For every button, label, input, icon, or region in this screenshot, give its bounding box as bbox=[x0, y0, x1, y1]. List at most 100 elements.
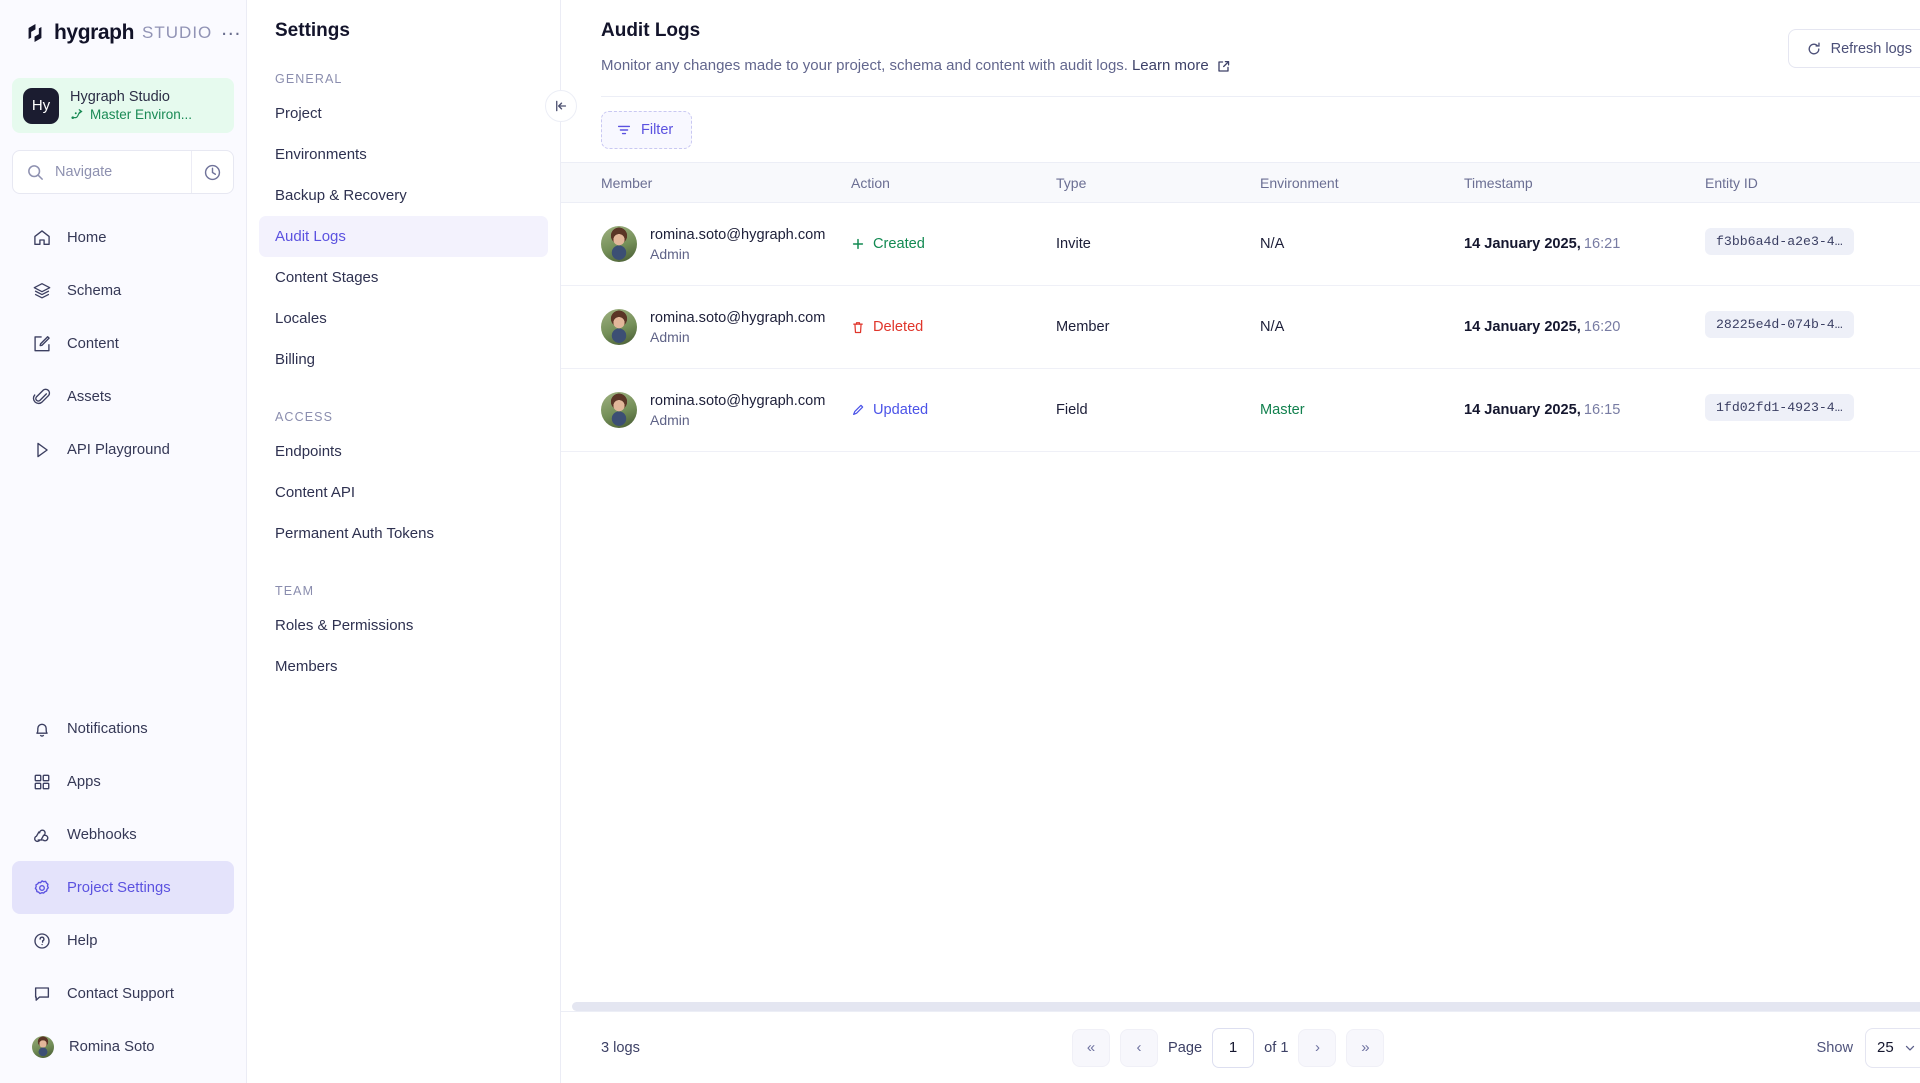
refresh-logs-button[interactable]: Refresh logs bbox=[1788, 29, 1920, 68]
first-page-button[interactable]: « bbox=[1072, 1029, 1110, 1067]
refresh-logs-label: Refresh logs bbox=[1831, 41, 1912, 57]
recent-history-icon[interactable] bbox=[191, 151, 233, 193]
paperclip-icon bbox=[32, 387, 52, 407]
sidebar-item-notifications[interactable]: Notifications bbox=[12, 702, 234, 755]
search-icon bbox=[13, 163, 55, 182]
edit-square-icon bbox=[32, 334, 52, 354]
column-header-environment: Environment bbox=[1260, 175, 1464, 191]
settings-item-billing[interactable]: Billing bbox=[259, 339, 548, 380]
settings-item-roles-permissions[interactable]: Roles & Permissions bbox=[259, 605, 548, 646]
settings-item-project[interactable]: Project bbox=[259, 93, 548, 134]
cell-timestamp: 14 January 2025,16:15 bbox=[1464, 402, 1705, 418]
sidebar-item-schema[interactable]: Schema bbox=[12, 264, 234, 317]
page-title: Audit Logs bbox=[601, 20, 1920, 42]
app-root: hygraph STUDIO … Hy Hygraph Studio bbox=[0, 0, 1920, 1083]
sidebar-item-apps[interactable]: Apps bbox=[12, 755, 234, 808]
audit-logs-table: Member Action Type Environment Timestamp… bbox=[561, 162, 1920, 1002]
cell-environment: N/A bbox=[1260, 236, 1464, 252]
settings-item-backup-recovery[interactable]: Backup & Recovery bbox=[259, 175, 548, 216]
sidebar-item-help[interactable]: Help bbox=[12, 914, 234, 967]
settings-item-content-stages[interactable]: Content Stages bbox=[259, 257, 548, 298]
sidebar-item-label: Help bbox=[67, 933, 97, 949]
gear-icon bbox=[32, 878, 52, 898]
sidebar-item-content[interactable]: Content bbox=[12, 317, 234, 370]
settings-group-label: ACCESS bbox=[247, 380, 560, 424]
previous-page-button[interactable]: ‹ bbox=[1120, 1029, 1158, 1067]
action-badge-deleted: Deleted bbox=[851, 319, 1056, 335]
sidebar-item-label: Contact Support bbox=[67, 986, 174, 1002]
entity-id-chip[interactable]: 1fd02fd1-4923-4… bbox=[1705, 394, 1854, 421]
rows-per-page-value: 25 bbox=[1877, 1039, 1894, 1056]
sidebar-item-contact-support[interactable]: Contact Support bbox=[12, 967, 234, 1020]
settings-item-locales[interactable]: Locales bbox=[259, 298, 548, 339]
refresh-icon bbox=[1806, 41, 1822, 57]
horizontal-scrollbar[interactable] bbox=[572, 1002, 1920, 1011]
learn-more-link[interactable]: Learn more bbox=[1132, 57, 1209, 74]
settings-group-access: ACCESS Endpoints Content API Permanent A… bbox=[247, 380, 560, 554]
column-header-action: Action bbox=[851, 175, 1056, 191]
settings-item-permanent-auth-tokens[interactable]: Permanent Auth Tokens bbox=[259, 513, 548, 554]
sidebar-item-webhooks[interactable]: Webhooks bbox=[12, 808, 234, 861]
page-description-text: Monitor any changes made to your project… bbox=[601, 57, 1128, 74]
project-name: Hygraph Studio bbox=[70, 89, 192, 105]
last-page-button[interactable]: » bbox=[1346, 1029, 1384, 1067]
settings-item-members[interactable]: Members bbox=[259, 646, 548, 687]
table-row[interactable]: romina.soto@hygraph.com Admin Updated bbox=[561, 369, 1920, 452]
cell-type: Member bbox=[1056, 319, 1260, 335]
settings-item-endpoints[interactable]: Endpoints bbox=[259, 431, 548, 472]
member-info: romina.soto@hygraph.com Admin bbox=[650, 393, 825, 428]
sidebar-item-project-settings[interactable]: Project Settings bbox=[12, 861, 234, 914]
table-row[interactable]: romina.soto@hygraph.com Admin Created bbox=[561, 203, 1920, 286]
cell-member: romina.soto@hygraph.com Admin bbox=[561, 392, 851, 428]
filter-button[interactable]: Filter bbox=[601, 111, 692, 149]
rows-per-page: Show 25 bbox=[1816, 1028, 1920, 1068]
timestamp-date: 14 January 2025, bbox=[1464, 319, 1581, 335]
project-avatar: Hy bbox=[23, 88, 59, 124]
sidebar-item-home[interactable]: Home bbox=[12, 211, 234, 264]
settings-group-label: GENERAL bbox=[247, 42, 560, 86]
cell-entity-id: 1fd02fd1-4923-4… bbox=[1705, 394, 1920, 426]
table-empty-space bbox=[561, 452, 1920, 1002]
next-page-button[interactable]: › bbox=[1298, 1029, 1336, 1067]
column-header-entity-id: Entity ID bbox=[1705, 175, 1920, 191]
sidebar-nav-main: Home Schema bbox=[0, 211, 246, 476]
hygraph-logo-icon bbox=[24, 22, 46, 44]
page-number-input[interactable]: 1 bbox=[1212, 1028, 1254, 1068]
sidebar-item-assets[interactable]: Assets bbox=[12, 370, 234, 423]
table-row[interactable]: romina.soto@hygraph.com Admin bbox=[561, 286, 1920, 369]
cell-environment: Master bbox=[1260, 401, 1464, 419]
cell-timestamp: 14 January 2025,16:20 bbox=[1464, 319, 1705, 335]
collapse-sidebar-button[interactable] bbox=[545, 90, 577, 122]
settings-item-label: Locales bbox=[275, 310, 327, 327]
settings-item-environments[interactable]: Environments bbox=[259, 134, 548, 175]
sidebar-item-user[interactable]: Romina Soto bbox=[12, 1020, 234, 1073]
filter-label: Filter bbox=[641, 122, 673, 138]
chat-icon bbox=[32, 984, 52, 1004]
timestamp-time: 16:15 bbox=[1584, 402, 1621, 418]
sidebar-item-label: Home bbox=[67, 230, 106, 246]
cell-action: Deleted bbox=[851, 319, 1056, 335]
sidebar-item-label: Notifications bbox=[67, 721, 148, 737]
cell-type: Invite bbox=[1056, 236, 1260, 252]
sidebar-item-label: Apps bbox=[67, 774, 101, 790]
sidebar-item-label: Webhooks bbox=[67, 827, 137, 843]
timestamp-time: 16:21 bbox=[1584, 236, 1621, 252]
page-header: Audit Logs Monitor any changes made to y… bbox=[561, 0, 1920, 97]
entity-id-chip[interactable]: f3bb6a4d-a2e3-4… bbox=[1705, 228, 1854, 255]
member-role: Admin bbox=[650, 412, 825, 428]
user-name: Romina Soto bbox=[69, 1039, 155, 1055]
settings-item-content-api[interactable]: Content API bbox=[259, 472, 548, 513]
member-role: Admin bbox=[650, 246, 825, 262]
project-meta: Hygraph Studio Master Environ... bbox=[70, 89, 192, 122]
settings-item-audit-logs[interactable]: Audit Logs bbox=[259, 216, 548, 257]
action-label: Deleted bbox=[873, 319, 923, 335]
table-footer: 3 logs « ‹ Page 1 of 1 › » Show 25 bbox=[561, 1011, 1920, 1083]
external-link-icon[interactable] bbox=[1216, 59, 1231, 74]
entity-id-chip[interactable]: 28225e4d-074b-4… bbox=[1705, 311, 1854, 338]
navigate-search[interactable]: Navigate bbox=[12, 150, 234, 194]
sidebar-item-api-playground[interactable]: API Playground bbox=[12, 423, 234, 476]
rows-per-page-select[interactable]: 25 bbox=[1865, 1028, 1920, 1068]
more-options-icon[interactable]: … bbox=[220, 24, 242, 42]
project-switcher[interactable]: Hy Hygraph Studio Master Environ... bbox=[12, 78, 234, 133]
project-environment-label: Master Environ... bbox=[90, 107, 192, 122]
